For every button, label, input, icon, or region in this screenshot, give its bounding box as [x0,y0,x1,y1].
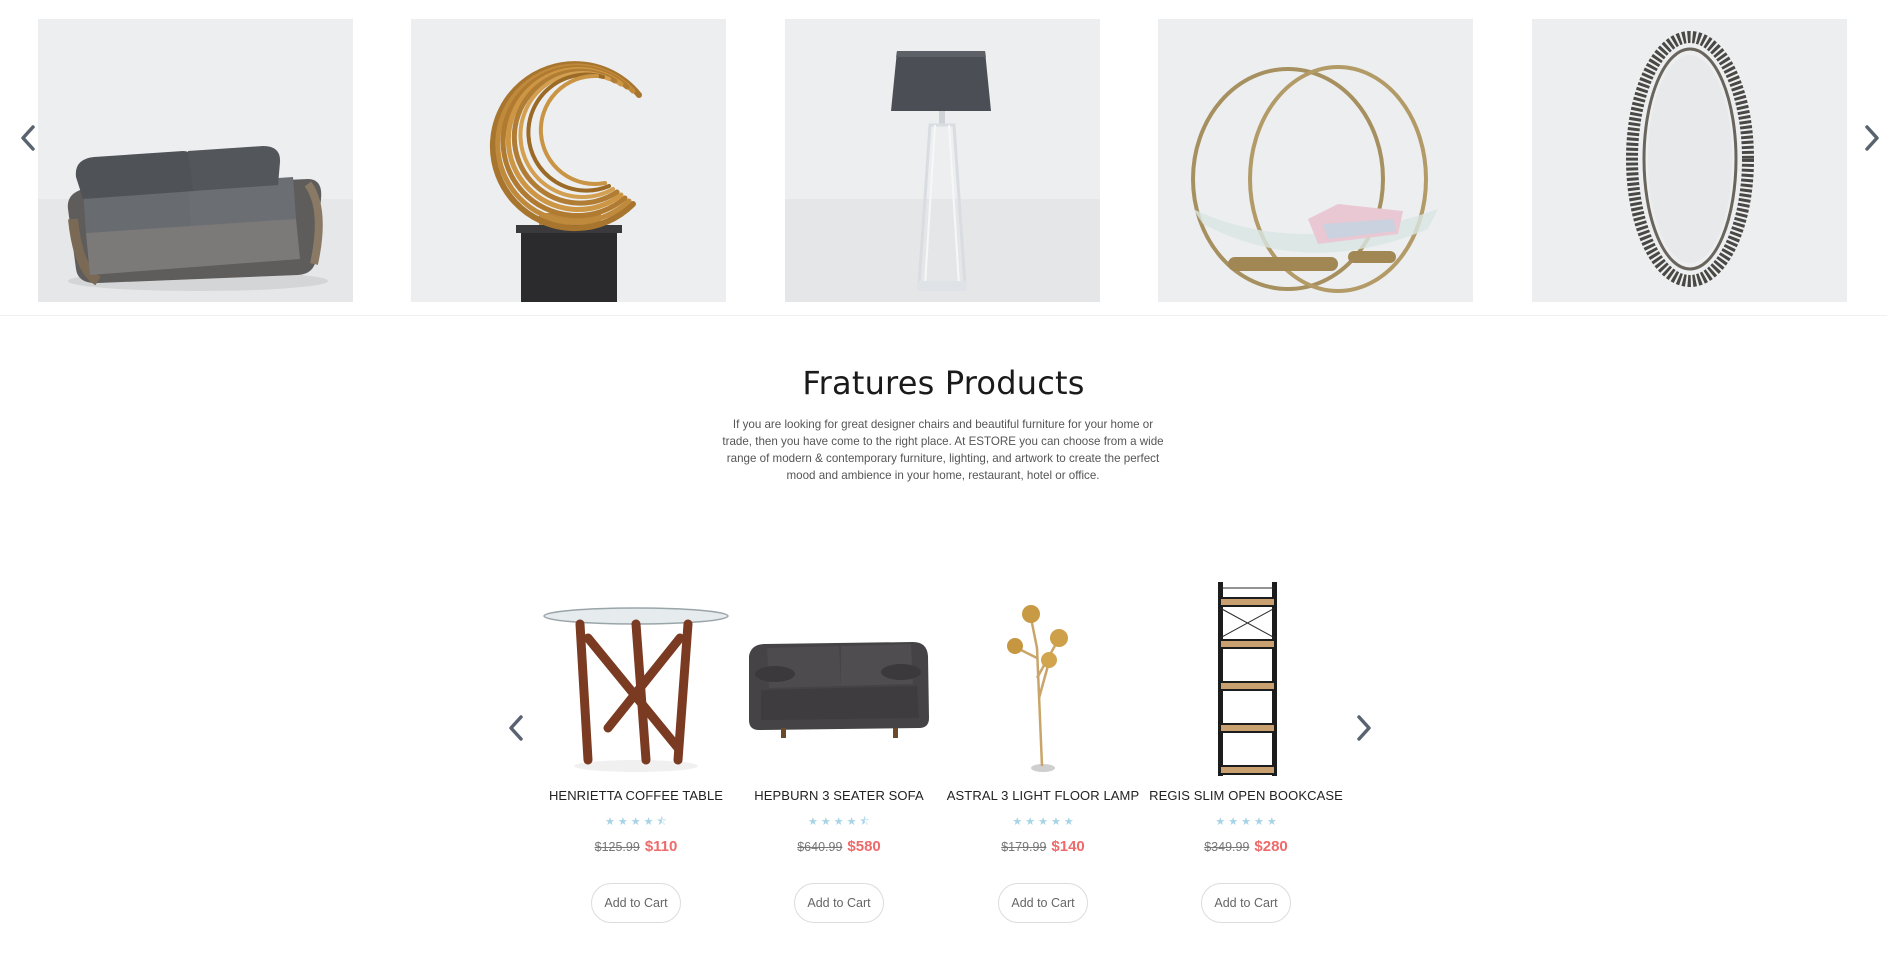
star-icon: ★ [605,815,615,828]
star-icon: ★ [808,815,818,828]
product-name[interactable]: REGIS SLIM OPEN BOOKCASE [1148,788,1344,803]
section-title: Fratures Products [802,364,1085,402]
star-icon: ★ [1228,815,1239,828]
page: Fratures Products If you are looking for… [0,0,1887,962]
product-card: HENRIETTA COFFEE TABLE ★ ★ ★ ★ ⯪ $125.99 $11… [538,578,734,923]
star-icon: ★ [1050,815,1061,828]
product-image[interactable] [741,578,937,778]
old-price: $125.99 [594,840,640,854]
crescent-sculpture-image [411,19,726,302]
sofa-image [38,19,353,302]
star-icon: ★ [846,815,857,828]
floor-lamp-image [1007,605,1068,772]
rating-stars: ★ ★ ★ ★ ★ [945,815,1141,829]
star-icon: ★ [630,815,641,828]
star-icon: ★ [1063,815,1074,828]
product-card: ASTRAL 3 LIGHT FLOOR LAMP ★ ★ ★ ★ ★ $179.99 … [945,578,1141,923]
star-icon: ★ [1266,815,1277,828]
add-to-cart-button[interactable]: Add to Cart [1201,883,1291,923]
magazine-rack-image [1158,19,1473,302]
carousel-tile-magazine-rack[interactable] [1158,19,1473,302]
old-price: $349.99 [1204,840,1250,854]
star-icon: ★ [1215,815,1226,828]
rating-stars: ★ ★ ★ ★ ★ [1148,815,1344,829]
sale-price: $110 [644,838,678,855]
star-icon: ★ [643,815,654,828]
section-description: If you are looking for great designer ch… [722,418,1164,482]
star-icon: ★ [820,815,831,828]
star-icon: ★ [1241,815,1251,828]
star-icon: ★ [1253,815,1264,828]
star-half-icon: ⯪ [859,815,870,828]
chevron-left-icon [21,125,35,151]
bookcase-image [1218,582,1277,776]
star-icon: ★ [1012,815,1023,828]
chevron-right-icon [1357,715,1371,741]
old-price: $640.99 [797,840,843,854]
top-image-carousel [0,0,1887,316]
star-icon: ★ [1038,815,1048,828]
products-next-button[interactable] [1349,708,1379,748]
product-image[interactable] [945,578,1141,778]
star-icon: ★ [1025,815,1036,828]
sale-price: $280 [1254,838,1288,855]
carousel-tile-lamp[interactable] [785,19,1100,302]
sofa-image [749,642,929,738]
product-name[interactable]: ASTRAL 3 LIGHT FLOOR LAMP [945,788,1141,803]
product-name[interactable]: HEPBURN 3 SEATER SOFA [741,788,937,803]
star-icon: ★ [833,815,844,828]
product-image[interactable] [1148,578,1344,778]
star-icon: ★ [617,815,628,828]
products-prev-button[interactable] [501,708,531,748]
coffee-table-image [543,607,729,772]
product-image[interactable] [538,578,734,778]
product-card: REGIS SLIM OPEN BOOKCASE ★ ★ ★ ★ ★ $349.99 $… [1148,578,1344,923]
sale-price: $140 [1051,838,1085,855]
add-to-cart-button[interactable]: Add to Cart [998,883,1088,923]
rating-stars: ★ ★ ★ ★ ⯪ [538,815,734,829]
carousel-tile-sculpture[interactable] [411,19,726,302]
product-name[interactable]: HENRIETTA COFFEE TABLE [538,788,734,803]
rating-stars: ★ ★ ★ ★ ⯪ [741,815,937,829]
old-price: $179.99 [1001,840,1047,854]
add-to-cart-button[interactable]: Add to Cart [794,883,884,923]
add-to-cart-button[interactable]: Add to Cart [591,883,681,923]
floor-lamp-image [785,19,1100,302]
star-half-icon: ⯪ [656,815,667,828]
carousel-next-button[interactable] [1857,118,1887,158]
carousel-tile-sofa[interactable] [38,19,353,302]
chevron-right-icon [1865,125,1879,151]
carousel-tile-mirror[interactable] [1532,19,1847,302]
product-card: HEPBURN 3 SEATER SOFA ★ ★ ★ ★ ⯪ $640.99 $580… [741,578,937,923]
chevron-left-icon [509,715,523,741]
sale-price: $580 [847,838,881,855]
round-mirror-image [1532,19,1847,302]
